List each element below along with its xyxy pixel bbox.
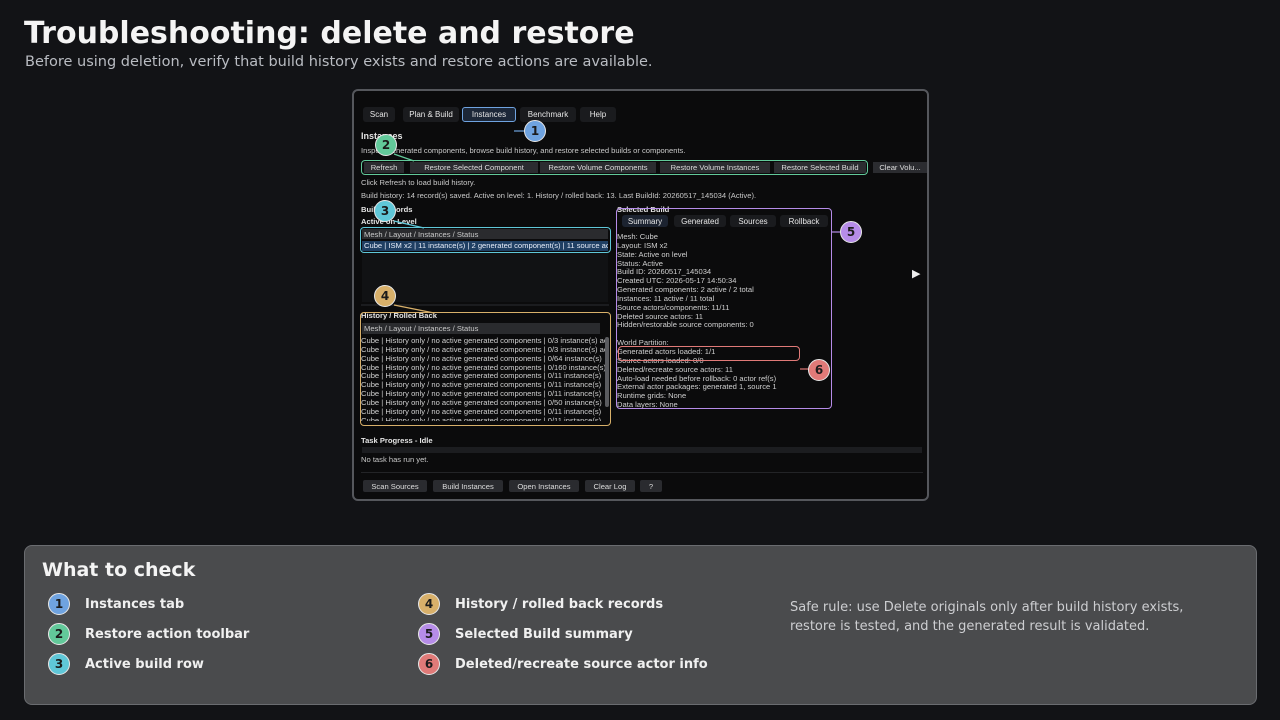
checklist-card: What to check 1 Instances tab 2 Restore …	[24, 545, 1257, 705]
marker-4: 4	[374, 285, 396, 307]
page-subtitle: Before using deletion, verify that build…	[25, 54, 653, 70]
checklist-item-label: Deleted/recreate source actor info	[455, 656, 708, 672]
marker-3: 3	[374, 200, 396, 222]
checklist-item-2: 2 Restore action toolbar	[48, 623, 249, 645]
checklist-item-label: Active build row	[85, 656, 204, 672]
checklist-item-label: History / rolled back records	[455, 596, 664, 612]
badge-5: 5	[418, 623, 440, 645]
checklist-item-6: 6 Deleted/recreate source actor info	[418, 653, 708, 675]
marker-2: 2	[375, 134, 397, 156]
safe-rule-text: Safe rule: use Delete originals only aft…	[790, 600, 1184, 634]
badge-6: 6	[418, 653, 440, 675]
checklist-item-label: Selected Build summary	[455, 626, 633, 642]
checklist-item-4: 4 History / rolled back records	[418, 593, 663, 615]
badge-3: 3	[48, 653, 70, 675]
checklist-item-3: 3 Active build row	[48, 653, 204, 675]
badge-4: 4	[418, 593, 440, 615]
page-title: Troubleshooting: delete and restore	[24, 16, 635, 51]
marker-5: 5	[840, 221, 862, 243]
marker-1: 1	[524, 120, 546, 142]
checklist-item-label: Instances tab	[85, 596, 185, 612]
marker-6: 6	[808, 359, 830, 381]
checklist-title: What to check	[42, 559, 196, 581]
connector-lines	[393, 130, 840, 370]
badge-2: 2	[48, 623, 70, 645]
checklist-item-label: Restore action toolbar	[85, 626, 250, 642]
checklist-item-5: 5 Selected Build summary	[418, 623, 633, 645]
checklist-item-1: 1 Instances tab	[48, 593, 184, 615]
tool-screenshot: Scan Plan & Build Instances Benchmark He…	[352, 89, 929, 501]
badge-1: 1	[48, 593, 70, 615]
